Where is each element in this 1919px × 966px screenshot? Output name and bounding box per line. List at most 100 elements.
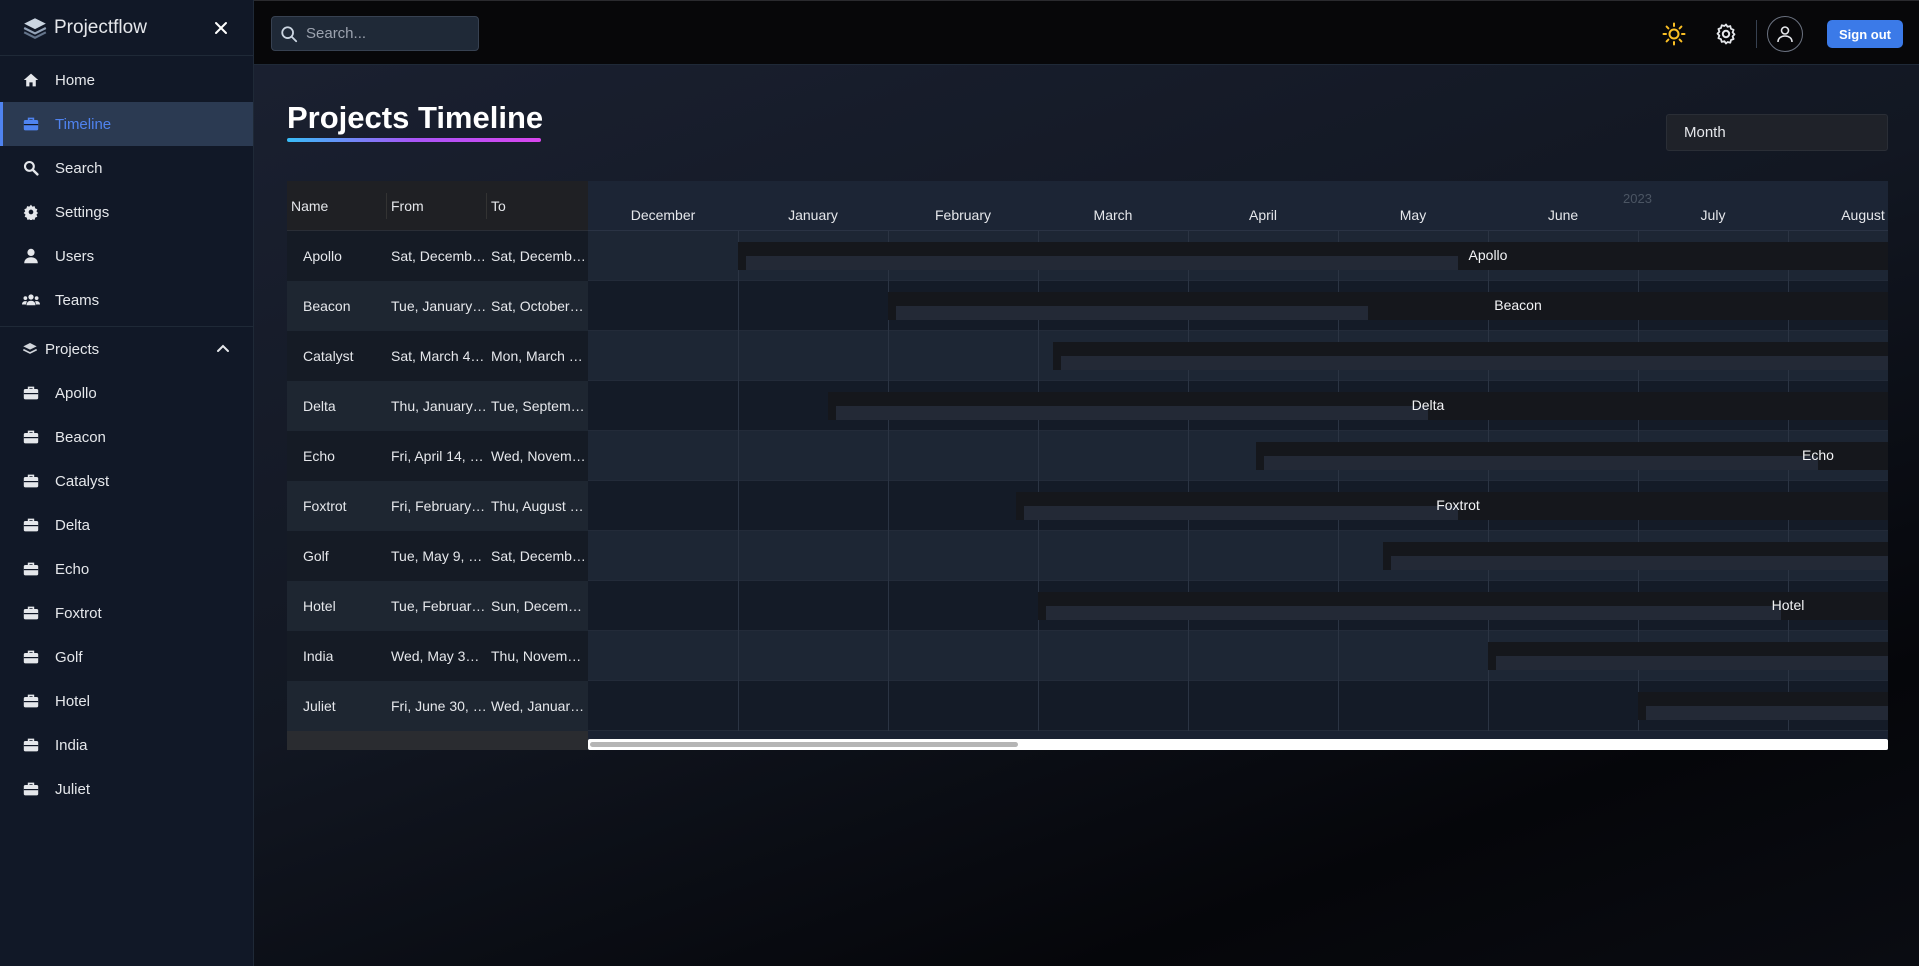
cell-name: Catalyst xyxy=(303,348,354,364)
month-label: February xyxy=(934,207,992,223)
cell-from: Sat, Decemb… xyxy=(391,248,486,264)
year-label: 2023 xyxy=(1623,191,1652,206)
task-table: Name From To Apollo Sat, Decemb… Sat, Dece… xyxy=(287,181,588,750)
month-label: August xyxy=(1841,207,1885,223)
cell-from: Tue, January… xyxy=(391,298,487,314)
close-icon[interactable] xyxy=(211,18,231,38)
cell-to: Wed, Januar… xyxy=(491,698,585,714)
task-bar-label: Beacon xyxy=(1494,297,1542,313)
project-item-label: Echo xyxy=(55,560,90,578)
briefcase-icon xyxy=(22,516,40,534)
table-row[interactable]: Hotel Tue, Februar… Sun, Decem… xyxy=(287,581,588,631)
sign-out-button[interactable]: Sign out xyxy=(1827,20,1903,48)
project-item-label: India xyxy=(55,736,88,754)
table-row[interactable]: Delta Thu, January… Tue, Septem… xyxy=(287,381,588,431)
table-row[interactable]: Apollo Sat, Decemb… Sat, Decemb… xyxy=(287,231,588,281)
sidebar-item-teams[interactable]: Teams xyxy=(0,278,253,322)
project-item-foxtrot[interactable]: Foxtrot xyxy=(0,591,253,635)
briefcase-icon xyxy=(22,736,40,754)
task-bar-label: Foxtrot xyxy=(1436,497,1480,513)
table-row[interactable]: Beacon Tue, January… Sat, October… xyxy=(287,281,588,331)
task-bar-progress xyxy=(1646,706,1888,720)
column-header-name: Name xyxy=(287,193,387,219)
project-item-india[interactable]: India xyxy=(0,723,253,767)
project-item-apollo[interactable]: Apollo xyxy=(0,371,253,415)
cell-from: Tue, May 9, … xyxy=(391,548,483,564)
project-item-label: Delta xyxy=(55,516,91,534)
month-label: July xyxy=(1700,207,1726,223)
task-bar-label: Hotel xyxy=(1771,597,1805,613)
project-list: Apollo Beacon Catalyst Delta Echo Foxtrot Golf… xyxy=(0,371,253,811)
title-underline xyxy=(287,138,541,142)
column-header-to: To xyxy=(491,198,506,214)
table-row[interactable]: India Wed, May 3… Thu, Novem… xyxy=(287,631,588,681)
horizontal-scrollbar[interactable] xyxy=(588,739,1888,750)
scrollbar-thumb[interactable] xyxy=(590,742,1018,747)
user-icon xyxy=(22,247,40,265)
cell-from: Tue, Februar… xyxy=(391,598,486,614)
page-title: Projects Timeline xyxy=(287,100,544,135)
project-item-hotel[interactable]: Hotel xyxy=(0,679,253,723)
sidebar-item-label: Home xyxy=(55,71,96,89)
table-row[interactable]: Catalyst Sat, March 4… Mon, March … xyxy=(287,331,588,381)
search-box[interactable] xyxy=(271,16,479,51)
users-icon xyxy=(22,291,40,309)
table-row[interactable]: Juliet Fri, June 30, … Wed, Januar… xyxy=(287,681,588,731)
cell-to: Sat, Decemb… xyxy=(491,548,586,564)
theme-toggle-button[interactable] xyxy=(1654,14,1694,54)
projects-section-toggle[interactable]: Projects xyxy=(0,327,253,371)
project-item-echo[interactable]: Echo xyxy=(0,547,253,591)
briefcase-icon xyxy=(22,648,40,666)
month-label: June xyxy=(1547,207,1579,223)
project-item-beacon[interactable]: Beacon xyxy=(0,415,253,459)
month-label: April xyxy=(1248,207,1278,223)
topbar: Sign out xyxy=(254,0,1919,65)
cell-to: Wed, Novem… xyxy=(491,448,586,464)
gear-icon xyxy=(22,203,40,221)
cell-to: Sat, October… xyxy=(491,298,584,314)
sidebar-item-settings[interactable]: Settings xyxy=(0,190,253,234)
task-bar-progress xyxy=(1263,456,1818,470)
chevron-up-icon xyxy=(217,344,229,352)
sidebar-item-search[interactable]: Search xyxy=(0,146,253,190)
cell-from: Thu, January… xyxy=(391,398,487,414)
briefcase-icon xyxy=(22,472,40,490)
project-item-delta[interactable]: Delta xyxy=(0,503,253,547)
project-item-golf[interactable]: Golf xyxy=(0,635,253,679)
cell-name: Beacon xyxy=(303,298,351,314)
cell-to: Mon, March … xyxy=(491,348,583,364)
project-item-label: Beacon xyxy=(55,428,106,446)
cell-name: Hotel xyxy=(303,598,336,614)
layers-icon xyxy=(22,340,40,358)
table-row[interactable]: Foxtrot Fri, February… Thu, August … xyxy=(287,481,588,531)
sidebar-item-timeline[interactable]: Timeline xyxy=(0,102,253,146)
sidebar-item-home[interactable]: Home xyxy=(0,58,253,102)
cell-to: Thu, August … xyxy=(491,498,584,514)
table-body: Apollo Sat, Decemb… Sat, Decemb… Beacon Tue,… xyxy=(287,231,588,731)
table-row[interactable]: Golf Tue, May 9, … Sat, Decemb… xyxy=(287,531,588,581)
cell-to: Sun, Decem… xyxy=(491,598,583,614)
project-item-catalyst[interactable]: Catalyst xyxy=(0,459,253,503)
user-icon xyxy=(1777,26,1793,43)
search-input[interactable] xyxy=(306,25,466,42)
month-label: December xyxy=(630,207,696,223)
view-mode-select[interactable]: Month xyxy=(1666,114,1888,151)
briefcase-icon xyxy=(22,604,40,622)
task-bar-label: Echo xyxy=(1802,447,1834,463)
project-item-label: Hotel xyxy=(55,692,91,710)
sidebar-item-label: Timeline xyxy=(55,115,112,133)
cell-from: Fri, February… xyxy=(391,498,486,514)
task-bar-progress xyxy=(836,406,1428,420)
briefcase-icon xyxy=(22,560,40,578)
main-nav: Home Timeline Search Settings Users Teams xyxy=(0,58,253,322)
task-bar-progress xyxy=(1061,356,1888,370)
user-avatar-button[interactable] xyxy=(1767,16,1803,52)
briefcase-icon xyxy=(22,692,40,710)
table-footer xyxy=(287,731,588,750)
task-bar-label: Apollo xyxy=(1468,247,1508,263)
task-bar-progress xyxy=(1046,606,1781,620)
project-item-juliet[interactable]: Juliet xyxy=(0,767,253,811)
sidebar-item-users[interactable]: Users xyxy=(0,234,253,278)
table-row[interactable]: Echo Fri, April 14, … Wed, Novem… xyxy=(287,431,588,481)
settings-button[interactable] xyxy=(1706,14,1746,54)
